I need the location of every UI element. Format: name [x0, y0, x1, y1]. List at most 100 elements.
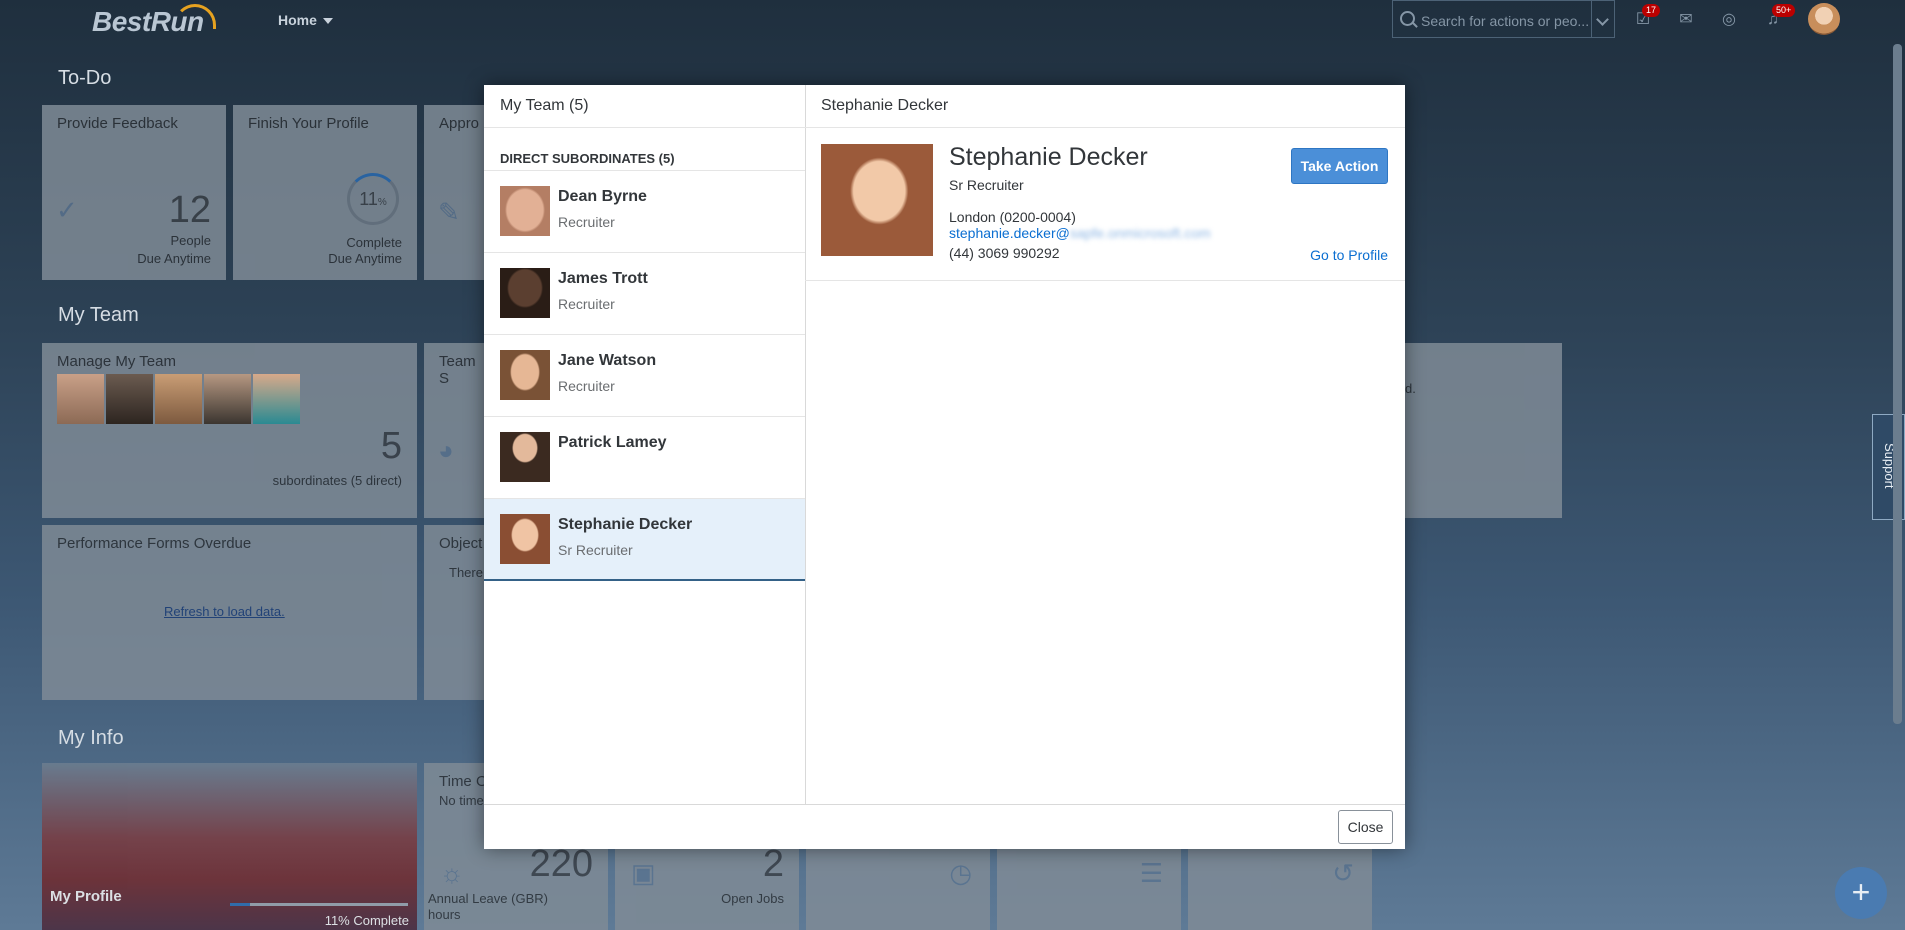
avatar[interactable] [57, 374, 104, 424]
chevron-down-icon [322, 18, 333, 25]
detail-pane-title: Stephanie Decker [805, 85, 1405, 128]
open-jobs-value: 2 [762, 843, 784, 885]
my-team-dialog: My Team (5) DIRECT SUBORDINATES (5) Dean… [484, 85, 1405, 849]
profile-percent: 11 [359, 189, 378, 209]
profile-role: Sr Recruiter [949, 177, 1024, 193]
tile-subtitle: No time [439, 793, 484, 808]
tile-title: My Profile [50, 888, 122, 905]
profile-location: London (0200-0004) [949, 209, 1076, 225]
close-button[interactable]: Close [1338, 810, 1393, 844]
search-icon[interactable] [1400, 11, 1415, 26]
team-thumbnails [57, 374, 302, 429]
tile-performance-forms[interactable]: Performance Forms Overdue Refresh to loa… [42, 525, 417, 700]
search-input[interactable] [1419, 10, 1593, 32]
member-name: Dean Byrne [558, 188, 647, 205]
direct-subordinates-header: DIRECT SUBORDINATES (5) [484, 128, 805, 171]
tile-title: Finish Your Profile [248, 115, 369, 132]
team-member-stephanie-decker[interactable]: Stephanie Decker Sr Recruiter [484, 499, 805, 581]
search-box [1392, 0, 1615, 38]
feedback-caption: People [170, 233, 211, 248]
todo-badge: 17 [1642, 4, 1661, 17]
avatar [500, 514, 550, 564]
shell-bar: BestRun Home ☑17 ✉ ◎ ♫50+ [0, 0, 1905, 42]
feedback-icon: ✓ [56, 195, 78, 225]
tile-title: Appro [439, 115, 480, 132]
tile-provide-feedback[interactable]: Provide Feedback ✓ 12 People Due Anytime [42, 105, 226, 280]
team-caption: subordinates (5 direct) [272, 473, 402, 488]
section-title-todo: To-Do [58, 67, 112, 89]
pie-chart-icon: ◕ [438, 435, 454, 465]
tile-finish-profile[interactable]: Finish Your Profile 11% Complete Due Any… [233, 105, 417, 280]
add-fab-button[interactable]: + [1835, 867, 1887, 919]
profile-email-link[interactable]: stephanie.decker@sapfe.onmicrosoft.com [949, 225, 1211, 241]
team-member-dean-byrne[interactable]: Dean Byrne Recruiter [484, 171, 805, 253]
briefcase-icon: ▣ [631, 858, 656, 888]
avatar[interactable] [155, 374, 202, 424]
approval-icon: ✎ [438, 197, 460, 227]
home-menu-label: Home [278, 12, 317, 28]
email-domain-blurred: sapfe.onmicrosoft.com [1069, 225, 1211, 241]
avatar [500, 432, 550, 482]
tile-title: Performance Forms Overdue [57, 535, 252, 552]
profile-percent-unit: % [377, 197, 387, 208]
page-scrollbar[interactable] [1893, 44, 1902, 724]
tile-title: Provide Feedback [57, 115, 178, 132]
member-role: Recruiter [558, 296, 615, 312]
tile-manage-my-team[interactable]: Manage My Team 5 subordinates (5 direct) [42, 343, 417, 518]
profile-due: Due Anytime [328, 251, 402, 266]
avatar[interactable] [106, 374, 153, 424]
team-member-jane-watson[interactable]: Jane Watson Recruiter [484, 335, 805, 417]
tile-title: Manage My Team [57, 353, 176, 370]
chat-icon[interactable]: ✉ [1675, 10, 1697, 30]
team-member-patrick-lamey[interactable]: Patrick Lamey [484, 417, 805, 499]
tile-partial-right[interactable]: d. [1405, 343, 1562, 518]
avatar[interactable] [204, 374, 251, 424]
notification-bell-icon[interactable]: ♫ 50+ [1762, 4, 1796, 30]
team-list-pane: My Team (5) DIRECT SUBORDINATES (5) Dean… [484, 85, 806, 804]
team-member-james-trott[interactable]: James Trott Recruiter [484, 253, 805, 335]
profile-progress-ring: 11% [347, 173, 399, 225]
tile-text: There [449, 565, 483, 580]
member-name: James Trott [558, 270, 648, 287]
notification-badge: 50+ [1772, 4, 1796, 17]
member-name: Jane Watson [558, 352, 657, 369]
tile-title: Team S [439, 353, 476, 387]
avatar [500, 186, 550, 236]
open-jobs-caption: Open Jobs [721, 891, 784, 906]
checklist-icon: ☰ [1139, 858, 1163, 888]
profile-photo [821, 144, 933, 256]
feedback-due: Due Anytime [137, 251, 211, 266]
section-title-my-info: My Info [58, 727, 124, 749]
help-icon[interactable]: ◎ [1718, 10, 1740, 30]
user-avatar[interactable] [1808, 3, 1840, 35]
profile-name: Stephanie Decker [949, 143, 1148, 171]
calendar-clock-icon: ◷ [949, 858, 972, 888]
sun-icon: ☼ [440, 858, 464, 888]
go-to-profile-link[interactable]: Go to Profile [1289, 247, 1388, 263]
section-title-my-team: My Team [58, 304, 139, 326]
tile-my-profile[interactable]: My Profile 11% Complete [42, 763, 417, 930]
member-name: Stephanie Decker [558, 516, 693, 533]
profile-progress-fill [230, 903, 250, 906]
leave-value: 220 [529, 843, 593, 885]
member-name: Patrick Lamey [558, 434, 667, 451]
member-detail-pane: Stephanie Decker Stephanie Decker Sr Rec… [805, 85, 1405, 804]
search-scope-dropdown-icon[interactable] [1591, 1, 1614, 37]
avatar [500, 350, 550, 400]
avatar[interactable] [253, 374, 300, 424]
profile-phone: (44) 3069 990292 [949, 245, 1060, 261]
tile-text: d. [1405, 381, 1416, 396]
team-count: 5 [380, 425, 402, 467]
member-role: Recruiter [558, 378, 615, 394]
home-menu[interactable]: Home [278, 12, 333, 28]
dialog-footer: Close [484, 804, 1405, 849]
email-user: stephanie.decker@ [949, 225, 1070, 241]
todo-icon[interactable]: ☑ 17 [1632, 4, 1661, 30]
avatar [500, 268, 550, 318]
feedback-count: 12 [168, 189, 211, 231]
take-action-button[interactable]: Take Action [1291, 148, 1388, 184]
refresh-link[interactable]: Refresh to load data. [164, 604, 285, 619]
list-pane-title: My Team (5) [484, 85, 805, 128]
member-role: Sr Recruiter [558, 542, 633, 558]
member-role: Recruiter [558, 214, 615, 230]
